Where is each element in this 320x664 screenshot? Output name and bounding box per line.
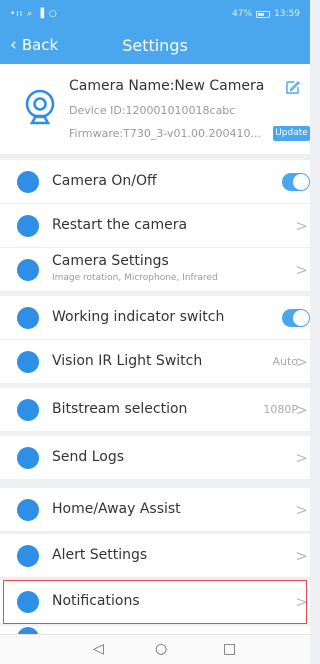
device-info-card: Camera Name:New Camera Device ID:1200010… [0, 64, 310, 154]
system-home-button[interactable]: ○ [155, 641, 167, 657]
document-icon [17, 447, 39, 469]
item-label: Alert Settings [52, 547, 148, 563]
bitstream-icon [17, 399, 39, 421]
item-label: Home/Away Assist [52, 501, 181, 517]
settings-item-alert[interactable]: Alert Settings > [0, 534, 310, 578]
chevron-right-icon: > [295, 547, 308, 565]
item-label: Camera Settings [52, 253, 169, 269]
light-icon [17, 307, 39, 329]
item-label: Camera On/Off [52, 173, 157, 189]
chevron-right-icon: > [295, 217, 308, 235]
system-back-button[interactable]: ◁ [93, 641, 104, 657]
bitstream-value: 1080P [263, 403, 298, 416]
item-label: Working indicator switch [52, 309, 225, 325]
settings-item-camera-settings[interactable]: Camera Settings Image rotation, Micropho… [0, 248, 310, 292]
edit-icon[interactable] [286, 80, 300, 94]
item-label: Bitstream selection [52, 401, 188, 417]
battery-percentage: 47% [232, 9, 253, 19]
device-id: Device ID:120001010018cabc [69, 104, 236, 117]
chevron-right-icon: > [295, 261, 308, 279]
settings-item-camera-on-off[interactable]: Camera On/Off [0, 160, 310, 204]
system-navigation-bar: ◁ ○ □ [0, 634, 310, 664]
settings-item-restart-camera[interactable]: Restart the camera > [0, 204, 310, 248]
chevron-right-icon: > [295, 353, 308, 371]
page-title: Settings [122, 36, 188, 55]
item-label: Restart the camera [52, 217, 188, 233]
status-time: 13:59 [274, 9, 300, 19]
settings-item-home-away[interactable]: Home/Away Assist > [0, 488, 310, 532]
settings-item-bitstream[interactable]: Bitstream selection 1080P > [0, 388, 310, 432]
item-subtitle: Image rotation, Microphone, Infrared [52, 273, 218, 283]
chevron-right-icon: > [295, 501, 308, 519]
system-recent-button[interactable]: □ [223, 641, 236, 657]
status-bar-right: 47% 13:59 [232, 9, 300, 19]
camera-on-off-toggle[interactable] [282, 173, 310, 191]
next-item-peek [0, 626, 310, 649]
camera-settings-icon [17, 259, 39, 281]
item-label: Send Logs [52, 449, 125, 465]
notifications-highlight-box [3, 580, 307, 624]
settings-item-working-indicator[interactable]: Working indicator switch [0, 296, 310, 340]
chevron-right-icon: > [295, 449, 308, 467]
camera-device-icon [25, 89, 55, 125]
power-icon [17, 215, 39, 237]
working-indicator-toggle[interactable] [282, 309, 310, 327]
battery-icon [256, 10, 271, 18]
ir-light-icon [17, 351, 39, 373]
chevron-right-icon: > [295, 401, 308, 419]
update-button[interactable]: Update [273, 126, 310, 141]
webcam-icon [17, 171, 39, 193]
item-label: Vision IR Light Switch [52, 353, 203, 369]
settings-item-ir-light[interactable]: Vision IR Light Switch Auto > [0, 340, 310, 384]
status-bar-signal: •ıı ⌕ ▐ ○ [10, 9, 58, 19]
home-away-icon [17, 499, 39, 521]
signal-wifi-icons: •ıı ⌕ ▐ ○ [10, 9, 58, 19]
settings-item-send-logs[interactable]: Send Logs > [0, 436, 310, 480]
device-name: Camera Name:New Camera [69, 78, 265, 94]
status-bar: •ıı ⌕ ▐ ○ 47% 13:59 [0, 0, 310, 28]
nav-bar: ‹ Back Settings [0, 28, 310, 64]
ir-light-value: Auto [272, 355, 298, 368]
bell-icon [17, 545, 39, 567]
device-firmware: Firmware:T730_3-v01.00.200410... [69, 127, 261, 140]
